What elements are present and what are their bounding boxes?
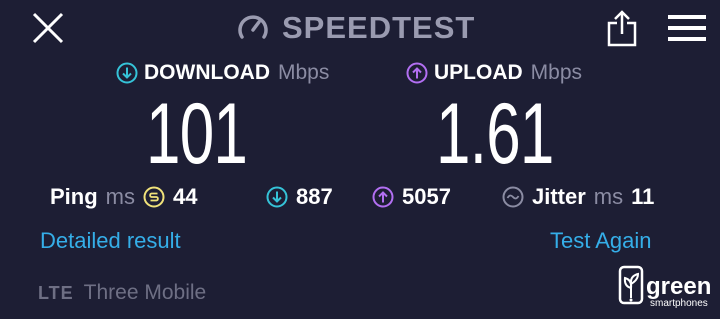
download-label: DOWNLOAD bbox=[144, 61, 270, 84]
share-button[interactable] bbox=[604, 8, 640, 48]
jitter-unit: ms bbox=[593, 184, 624, 209]
watermark-logo: green smartphones bbox=[618, 264, 716, 314]
ping-unit: ms bbox=[105, 184, 135, 209]
download-latency-stat: 887 bbox=[266, 180, 333, 214]
upload-arrow-icon bbox=[406, 62, 428, 84]
jitter-value: 11 bbox=[631, 184, 655, 209]
hamburger-menu-icon bbox=[668, 15, 706, 41]
download-arrow-icon bbox=[116, 62, 138, 84]
detailed-result-link[interactable]: Detailed result bbox=[40, 228, 181, 254]
logo-wordmark: green bbox=[646, 273, 711, 300]
upload-label: UPLOAD bbox=[434, 61, 523, 84]
upload-speed-value: 1.61 bbox=[436, 86, 554, 182]
ping-stat: Ping ms 44 bbox=[50, 180, 197, 214]
jitter-wave-icon bbox=[502, 186, 524, 208]
carrier-name: Three Mobile bbox=[83, 281, 207, 304]
gauge-icon bbox=[238, 15, 268, 39]
upload-unit: Mbps bbox=[530, 61, 583, 84]
jitter-stat: Jitter ms 11 bbox=[502, 180, 654, 214]
download-latency-value: 887 bbox=[296, 184, 333, 209]
close-icon bbox=[32, 12, 64, 44]
network-type: LTE bbox=[38, 282, 74, 303]
share-icon bbox=[607, 10, 637, 47]
brand-title: SPEEDTEST bbox=[282, 10, 476, 45]
jitter-label: Jitter bbox=[532, 184, 586, 209]
idle-ping-icon bbox=[143, 186, 165, 208]
ping-value: 44 bbox=[173, 184, 198, 209]
test-again-link[interactable]: Test Again bbox=[550, 228, 652, 254]
ping-label: Ping bbox=[50, 184, 98, 209]
close-button[interactable] bbox=[30, 10, 66, 46]
menu-button[interactable] bbox=[668, 15, 706, 41]
download-speed-value: 101 bbox=[146, 86, 248, 182]
app-brand: SPEEDTEST bbox=[236, 8, 475, 48]
upload-arrow-icon bbox=[372, 186, 394, 208]
download-unit: Mbps bbox=[277, 61, 330, 84]
download-arrow-icon bbox=[266, 186, 288, 208]
network-info: LTE Three Mobile bbox=[38, 281, 206, 305]
upload-latency-stat: 5057 bbox=[372, 180, 451, 214]
green-smartphones-logo: greensmartphones bbox=[618, 265, 711, 309]
logo-subtext: smartphones bbox=[650, 298, 708, 309]
upload-latency-value: 5057 bbox=[402, 184, 451, 209]
